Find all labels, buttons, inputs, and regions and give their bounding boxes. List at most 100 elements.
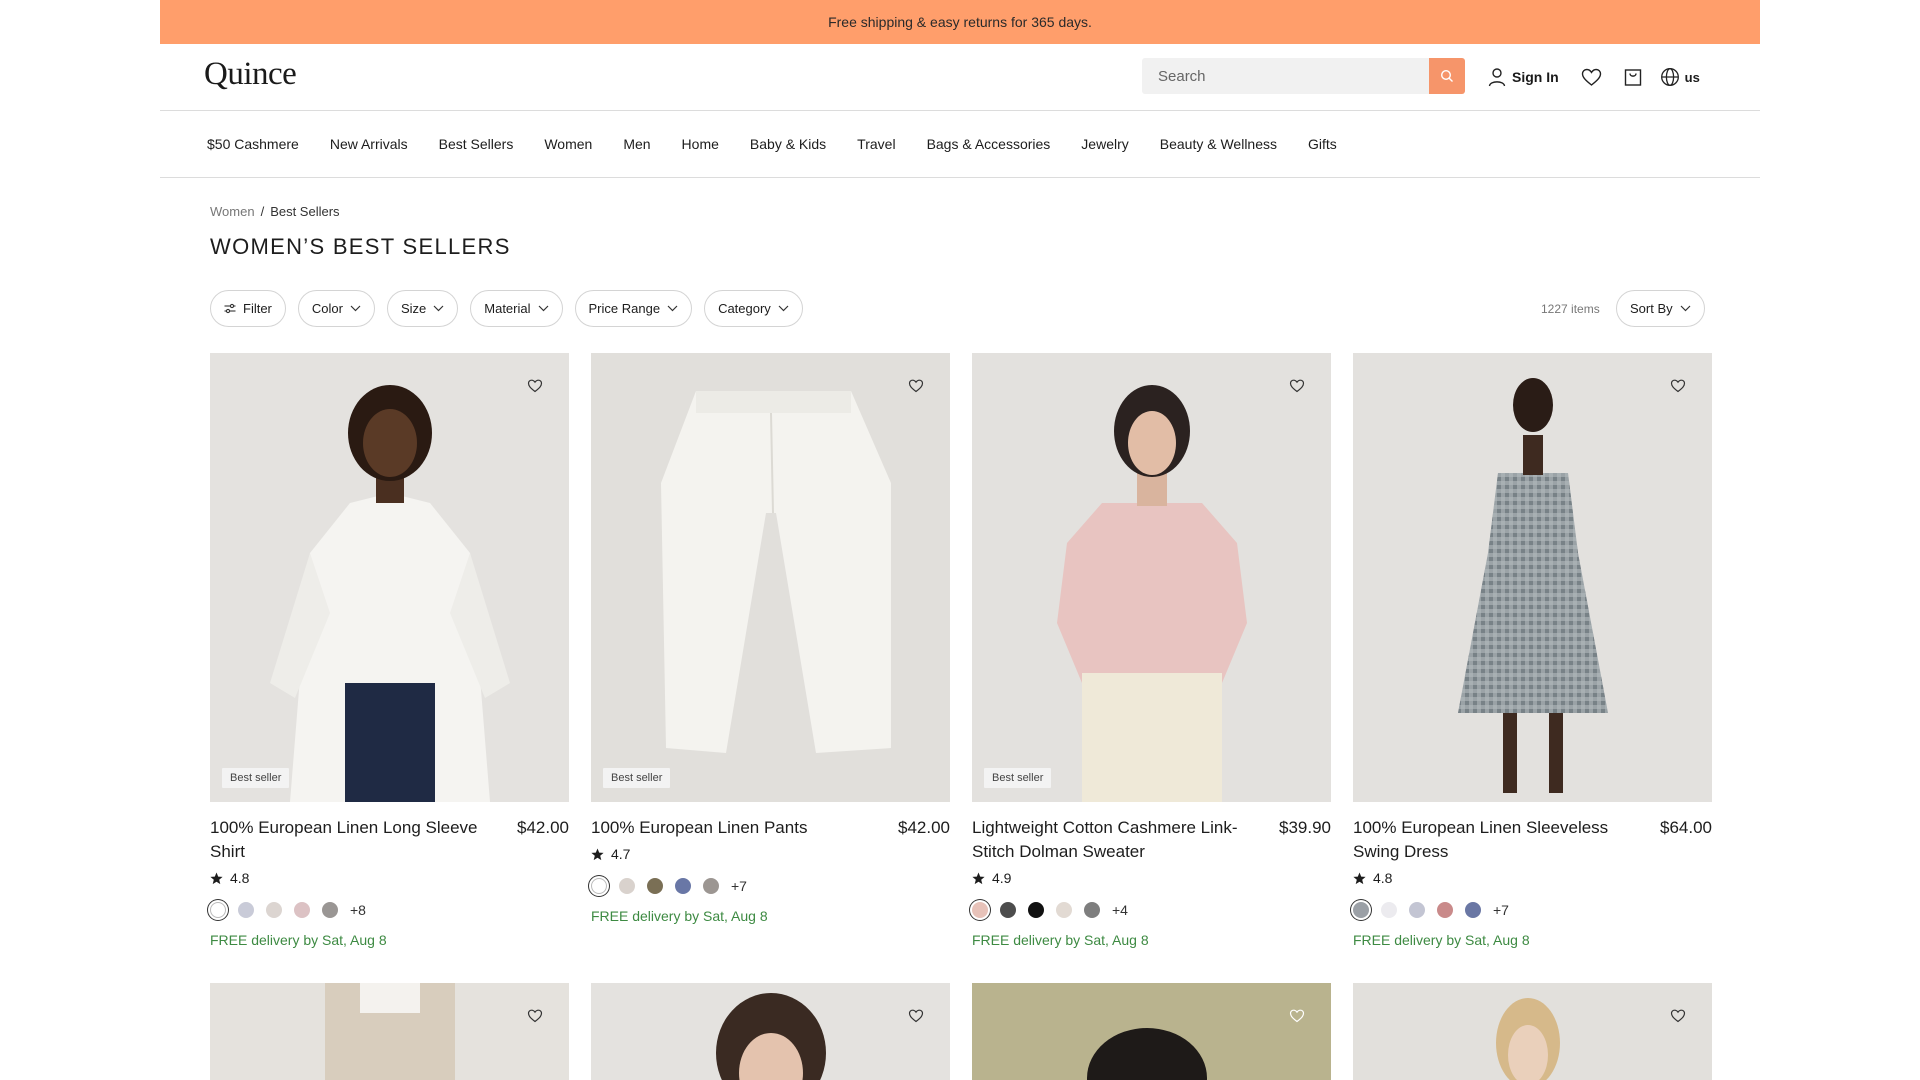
wishlist-heart-icon[interactable] bbox=[527, 378, 543, 394]
nav-best-sellers[interactable]: Best Sellers bbox=[439, 136, 514, 152]
product-name[interactable]: 100% European Linen Sleeveless Swing Dre… bbox=[1353, 816, 1623, 864]
color-swatch[interactable] bbox=[294, 902, 310, 918]
nav-jewelry[interactable]: Jewelry bbox=[1081, 136, 1128, 152]
category-filter[interactable]: Category bbox=[704, 290, 803, 327]
site-header: Quince Sign In bbox=[160, 44, 1760, 111]
color-swatch[interactable] bbox=[1000, 902, 1016, 918]
color-swatch[interactable] bbox=[619, 878, 635, 894]
product-image[interactable] bbox=[1353, 983, 1712, 1080]
color-swatch[interactable] bbox=[238, 902, 254, 918]
color-swatches: +7 bbox=[1353, 898, 1712, 922]
product-image[interactable]: Best seller bbox=[591, 353, 950, 802]
product-photo bbox=[1353, 353, 1712, 802]
product-name[interactable]: Lightweight Cotton Cashmere Link-Stitch … bbox=[972, 816, 1242, 864]
color-swatch[interactable] bbox=[675, 878, 691, 894]
material-filter[interactable]: Material bbox=[470, 290, 563, 327]
product-card[interactable] bbox=[210, 983, 569, 1080]
breadcrumb: Women / Best Sellers bbox=[210, 204, 340, 219]
locale-selector[interactable]: us bbox=[1660, 67, 1700, 87]
more-colors-link[interactable]: +7 bbox=[1493, 902, 1509, 918]
material-filter-label: Material bbox=[484, 301, 531, 316]
product-card[interactable] bbox=[1353, 983, 1712, 1080]
color-swatch[interactable] bbox=[210, 902, 226, 918]
product-card[interactable] bbox=[591, 983, 950, 1080]
size-filter[interactable]: Size bbox=[386, 290, 459, 327]
more-colors-link[interactable]: +8 bbox=[350, 902, 366, 918]
best-seller-badge: Best seller bbox=[603, 768, 671, 788]
best-seller-badge: Best seller bbox=[984, 768, 1052, 788]
product-card[interactable] bbox=[972, 983, 1331, 1080]
product-name[interactable]: 100% European Linen Long Sleeve Shirt bbox=[210, 816, 480, 864]
nav-men[interactable]: Men bbox=[623, 136, 650, 152]
color-swatch[interactable] bbox=[972, 902, 988, 918]
nav-home[interactable]: Home bbox=[682, 136, 719, 152]
product-card[interactable]: Best seller 100% European Linen Long Sle… bbox=[210, 353, 569, 948]
sort-by-dropdown[interactable]: Sort By bbox=[1616, 290, 1705, 327]
color-swatch[interactable] bbox=[266, 902, 282, 918]
more-colors-link[interactable]: +4 bbox=[1112, 902, 1128, 918]
chevron-down-icon bbox=[1680, 305, 1691, 312]
wishlist-heart-icon[interactable] bbox=[1289, 1008, 1305, 1024]
color-swatch[interactable] bbox=[591, 878, 607, 894]
product-name[interactable]: 100% European Linen Pants bbox=[591, 816, 807, 840]
product-image[interactable]: Best seller bbox=[210, 353, 569, 802]
color-swatch[interactable] bbox=[1056, 902, 1072, 918]
nav-travel[interactable]: Travel bbox=[857, 136, 895, 152]
color-swatches: +7 bbox=[591, 874, 950, 898]
delivery-info: FREE delivery by Sat, Aug 8 bbox=[591, 908, 768, 924]
product-info: 100% European Linen Long Sleeve Shirt $4… bbox=[210, 816, 569, 864]
color-swatch[interactable] bbox=[1409, 902, 1425, 918]
color-swatch[interactable] bbox=[1353, 902, 1369, 918]
nav-women[interactable]: Women bbox=[544, 136, 592, 152]
search-input[interactable] bbox=[1142, 58, 1429, 94]
product-image[interactable] bbox=[972, 983, 1331, 1080]
product-image[interactable] bbox=[591, 983, 950, 1080]
product-image[interactable] bbox=[1353, 353, 1712, 802]
product-photo bbox=[972, 353, 1331, 802]
product-card[interactable]: 100% European Linen Sleeveless Swing Dre… bbox=[1353, 353, 1712, 948]
breadcrumb-women[interactable]: Women bbox=[210, 204, 255, 219]
color-swatch[interactable] bbox=[1381, 902, 1397, 918]
nav-new-arrivals[interactable]: New Arrivals bbox=[330, 136, 408, 152]
product-card[interactable]: Best seller 100% European Linen Pants $4… bbox=[591, 353, 950, 948]
search-bar bbox=[1142, 58, 1465, 94]
product-card[interactable]: Best seller Lightweight Cotton Cashmere … bbox=[972, 353, 1331, 948]
color-swatch[interactable] bbox=[1465, 902, 1481, 918]
price-range-filter[interactable]: Price Range bbox=[574, 290, 693, 327]
search-button[interactable] bbox=[1429, 58, 1465, 94]
product-image[interactable] bbox=[210, 983, 569, 1080]
sign-in-link[interactable]: Sign In bbox=[1488, 67, 1559, 87]
nav-beauty-wellness[interactable]: Beauty & Wellness bbox=[1160, 136, 1277, 152]
color-swatch[interactable] bbox=[322, 902, 338, 918]
wishlist-heart-icon[interactable] bbox=[1289, 378, 1305, 394]
delivery-info: FREE delivery by Sat, Aug 8 bbox=[1353, 932, 1530, 948]
cart-button[interactable] bbox=[1624, 67, 1642, 87]
filter-button[interactable]: Filter bbox=[210, 290, 286, 327]
more-colors-link[interactable]: +7 bbox=[731, 878, 747, 894]
nav-bags-accessories[interactable]: Bags & Accessories bbox=[927, 136, 1051, 152]
nav-cashmere[interactable]: $50 Cashmere bbox=[207, 136, 299, 152]
product-rating: 4.9 bbox=[972, 870, 1331, 886]
color-swatch[interactable] bbox=[1084, 902, 1100, 918]
color-swatch[interactable] bbox=[647, 878, 663, 894]
wishlist-heart-icon[interactable] bbox=[908, 378, 924, 394]
color-swatch[interactable] bbox=[1437, 902, 1453, 918]
wishlist-button[interactable] bbox=[1581, 68, 1602, 87]
nav-gifts[interactable]: Gifts bbox=[1308, 136, 1337, 152]
color-filter-label: Color bbox=[311, 301, 343, 316]
sign-in-label: Sign In bbox=[1512, 69, 1559, 85]
product-photo bbox=[591, 353, 950, 802]
color-filter[interactable]: Color bbox=[297, 290, 375, 327]
nav-baby-kids[interactable]: Baby & Kids bbox=[750, 136, 826, 152]
color-swatch[interactable] bbox=[703, 878, 719, 894]
wishlist-heart-icon[interactable] bbox=[1670, 378, 1686, 394]
wishlist-heart-icon[interactable] bbox=[527, 1008, 543, 1024]
rating-value: 4.9 bbox=[992, 870, 1012, 886]
quince-logo[interactable]: Quince bbox=[204, 56, 297, 93]
product-price: $39.90 bbox=[1279, 818, 1331, 837]
wishlist-heart-icon[interactable] bbox=[1670, 1008, 1686, 1024]
wishlist-heart-icon[interactable] bbox=[908, 1008, 924, 1024]
color-swatch[interactable] bbox=[1028, 902, 1044, 918]
product-price: $64.00 bbox=[1660, 818, 1712, 837]
product-image[interactable]: Best seller bbox=[972, 353, 1331, 802]
